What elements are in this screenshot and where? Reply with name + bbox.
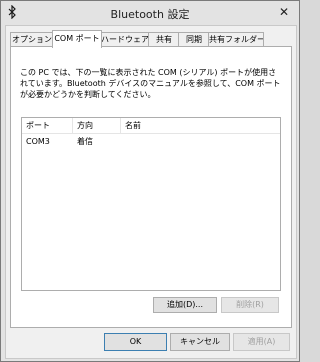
- add-button[interactable]: 追加(D)...: [153, 297, 217, 313]
- dialog-client-area: オプション COM ポート ハードウェア 共有 同期 共有フォルダー この PC…: [5, 25, 297, 359]
- com-port-description: この PC では、下の一覧に表示された COM (シリアル) ポートが使用されて…: [20, 68, 281, 99]
- com-port-list[interactable]: ポート 方向 名前 COM3 着信: [21, 117, 281, 291]
- tab-hardware[interactable]: ハードウェア: [100, 32, 150, 47]
- tab-sync[interactable]: 同期: [178, 32, 210, 47]
- title-bar[interactable]: Bluetooth 設定 ✕: [1, 1, 299, 25]
- cell-port: COM3: [26, 137, 50, 146]
- com-port-panel: この PC では、下の一覧に表示された COM (シリアル) ポートが使用されて…: [10, 46, 292, 328]
- column-header-port[interactable]: ポート: [22, 118, 72, 133]
- bluetooth-settings-window: Bluetooth 設定 ✕ オプション COM ポート ハードウェア 共有 同…: [0, 0, 300, 362]
- cell-name: [121, 135, 280, 148]
- list-item[interactable]: COM3 着信: [22, 135, 280, 148]
- tab-sharing[interactable]: 共有: [148, 32, 180, 47]
- close-button[interactable]: ✕: [277, 5, 291, 19]
- remove-button[interactable]: 削除(R): [221, 297, 279, 313]
- column-header-name[interactable]: 名前: [121, 118, 280, 133]
- apply-button[interactable]: 適用(A): [233, 333, 290, 351]
- list-header: ポート 方向 名前: [22, 118, 280, 134]
- tab-com-port[interactable]: COM ポート: [52, 30, 102, 48]
- tab-options[interactable]: オプション: [10, 32, 54, 47]
- ok-button[interactable]: OK: [104, 333, 167, 351]
- window-title: Bluetooth 設定: [110, 8, 190, 21]
- cancel-button[interactable]: キャンセル: [170, 333, 230, 351]
- cell-direction: 着信: [77, 137, 93, 146]
- tab-shared-folder[interactable]: 共有フォルダー: [208, 32, 264, 47]
- column-header-direction[interactable]: 方向: [73, 118, 120, 133]
